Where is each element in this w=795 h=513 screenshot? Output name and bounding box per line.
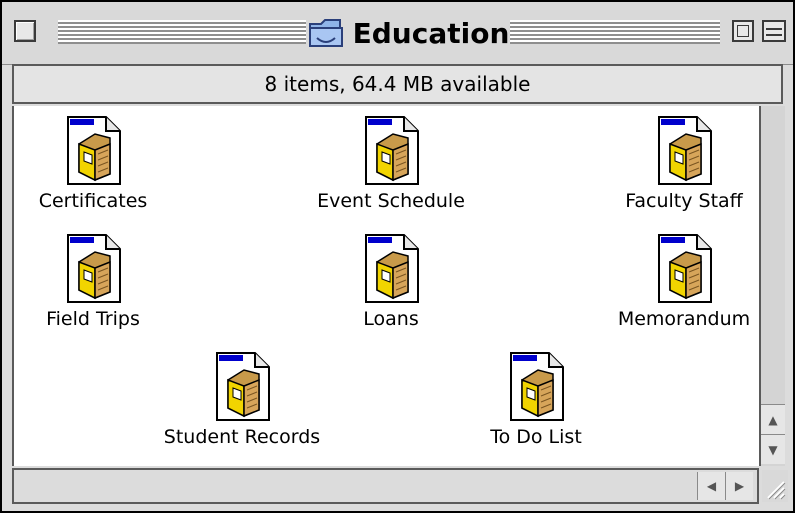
file-label[interactable]: Faculty Staff — [589, 190, 761, 212]
file-item-loans[interactable]: Loans — [296, 234, 486, 330]
title-stripes-left — [58, 20, 306, 44]
filemaker-document-icon[interactable] — [360, 116, 422, 186]
scroll-left-button[interactable]: ◀ — [697, 472, 725, 500]
close-box[interactable] — [14, 20, 36, 42]
window-title: Education — [306, 10, 510, 56]
file-item-certificates[interactable]: Certificates — [14, 116, 188, 212]
file-label[interactable]: Field Trips — [14, 308, 188, 330]
filemaker-document-icon[interactable] — [360, 234, 422, 304]
left-arrow-icon: ◀ — [706, 479, 717, 493]
filemaker-document-icon[interactable] — [505, 352, 567, 422]
scroll-right-button[interactable]: ▶ — [725, 472, 753, 500]
file-label[interactable]: Student Records — [147, 426, 337, 448]
finder-window: Education 8 items, 64.4 MB available Cer… — [0, 0, 795, 513]
icon-view: Certificates Event Schedule Faculty Staf… — [12, 106, 761, 466]
zoom-box[interactable] — [732, 20, 754, 42]
file-item-to-do-list[interactable]: To Do List — [441, 352, 631, 448]
down-arrow-icon: ▼ — [768, 442, 778, 457]
file-item-memorandum[interactable]: Memorandum — [589, 234, 761, 330]
file-item-student-records[interactable]: Student Records — [147, 352, 337, 448]
up-arrow-icon: ▲ — [768, 412, 778, 427]
filemaker-document-icon[interactable] — [211, 352, 273, 422]
filemaker-document-icon[interactable] — [653, 234, 715, 304]
file-item-field-trips[interactable]: Field Trips — [14, 234, 188, 330]
collapse-box[interactable] — [762, 20, 786, 42]
vertical-scrollbar[interactable]: ▲ ▼ — [759, 106, 785, 466]
file-label[interactable]: Loans — [296, 308, 486, 330]
folder-icon — [308, 19, 343, 47]
file-label[interactable]: Certificates — [14, 190, 188, 212]
items-available-status: 8 items, 64.4 MB available — [264, 72, 531, 96]
window-title-text: Education — [352, 16, 510, 50]
window-info-header: 8 items, 64.4 MB available — [12, 64, 783, 104]
file-label[interactable]: Memorandum — [589, 308, 761, 330]
scroll-down-button[interactable]: ▼ — [761, 434, 785, 464]
scroll-up-button[interactable]: ▲ — [761, 404, 785, 434]
filemaker-document-icon[interactable] — [653, 116, 715, 186]
file-label[interactable]: To Do List — [441, 426, 631, 448]
file-item-event-schedule[interactable]: Event Schedule — [296, 116, 486, 212]
filemaker-document-icon[interactable] — [62, 234, 124, 304]
file-item-faculty-staff[interactable]: Faculty Staff — [589, 116, 761, 212]
horizontal-scrollbar[interactable]: ◀ ▶ — [12, 468, 759, 504]
right-arrow-icon: ▶ — [734, 479, 745, 493]
title-bar[interactable]: Education — [2, 2, 793, 65]
file-label[interactable]: Event Schedule — [296, 190, 486, 212]
filemaker-document-icon[interactable] — [62, 116, 124, 186]
title-stripes-right — [510, 20, 720, 44]
resize-grow-box[interactable] — [762, 470, 788, 502]
resize-grip-icon — [767, 481, 786, 500]
